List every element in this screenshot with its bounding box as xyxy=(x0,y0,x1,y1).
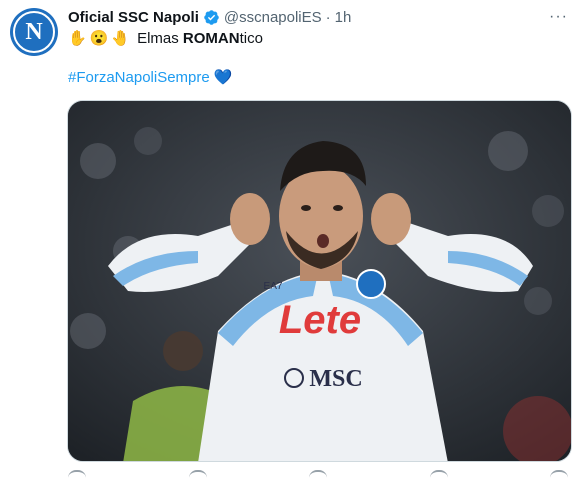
tweet-text-plain: Elmas ROMANtico xyxy=(137,29,263,47)
tweet-text-rest: tico xyxy=(239,29,263,47)
views-icon[interactable] xyxy=(429,470,448,480)
sponsor-lete: Lete xyxy=(279,298,361,342)
separator-dot: · xyxy=(325,8,331,26)
retweet-icon[interactable] xyxy=(188,470,207,480)
verified-badge-icon xyxy=(204,9,219,25)
surprised-face-emoji: 😮 xyxy=(89,30,109,47)
photo-illustration: Lete MSC EA7 xyxy=(68,101,571,461)
sponsor-msc: MSC xyxy=(309,366,362,392)
hashtag-link[interactable]: #ForzaNapoliSempre xyxy=(68,69,210,86)
avatar[interactable]: N xyxy=(10,8,58,56)
like-icon[interactable] xyxy=(309,470,327,480)
raised-back-hand-emoji: 🤚 xyxy=(111,30,131,47)
tweet-photo[interactable]: Lete MSC EA7 xyxy=(67,100,572,462)
tweet-header: Oficial SSC Napoli @sscnapoliES · 1h xyxy=(68,7,351,27)
more-options-icon[interactable]: ··· xyxy=(549,8,568,26)
reply-icon[interactable] xyxy=(68,470,86,480)
share-icon[interactable] xyxy=(550,470,568,480)
napoli-logo-icon: N xyxy=(13,11,55,53)
author-handle[interactable]: @sscnapoliES xyxy=(224,9,322,26)
kit-brand: EA7 xyxy=(264,281,283,292)
timestamp[interactable]: 1h xyxy=(335,9,352,26)
hashtag-line: #ForzaNapoliSempre 💙 xyxy=(68,68,233,87)
tweet-text: ✋ 😮 🤚 Elmas ROMANtico xyxy=(68,29,263,48)
author-name[interactable]: Oficial SSC Napoli xyxy=(68,9,199,26)
tweet-actions xyxy=(68,470,568,480)
raised-hand-emoji: ✋ xyxy=(68,30,87,47)
avatar-letter: N xyxy=(25,19,43,45)
blue-heart-emoji: 💙 xyxy=(213,69,233,86)
tweet-text-bold: ROMAN xyxy=(182,29,240,47)
